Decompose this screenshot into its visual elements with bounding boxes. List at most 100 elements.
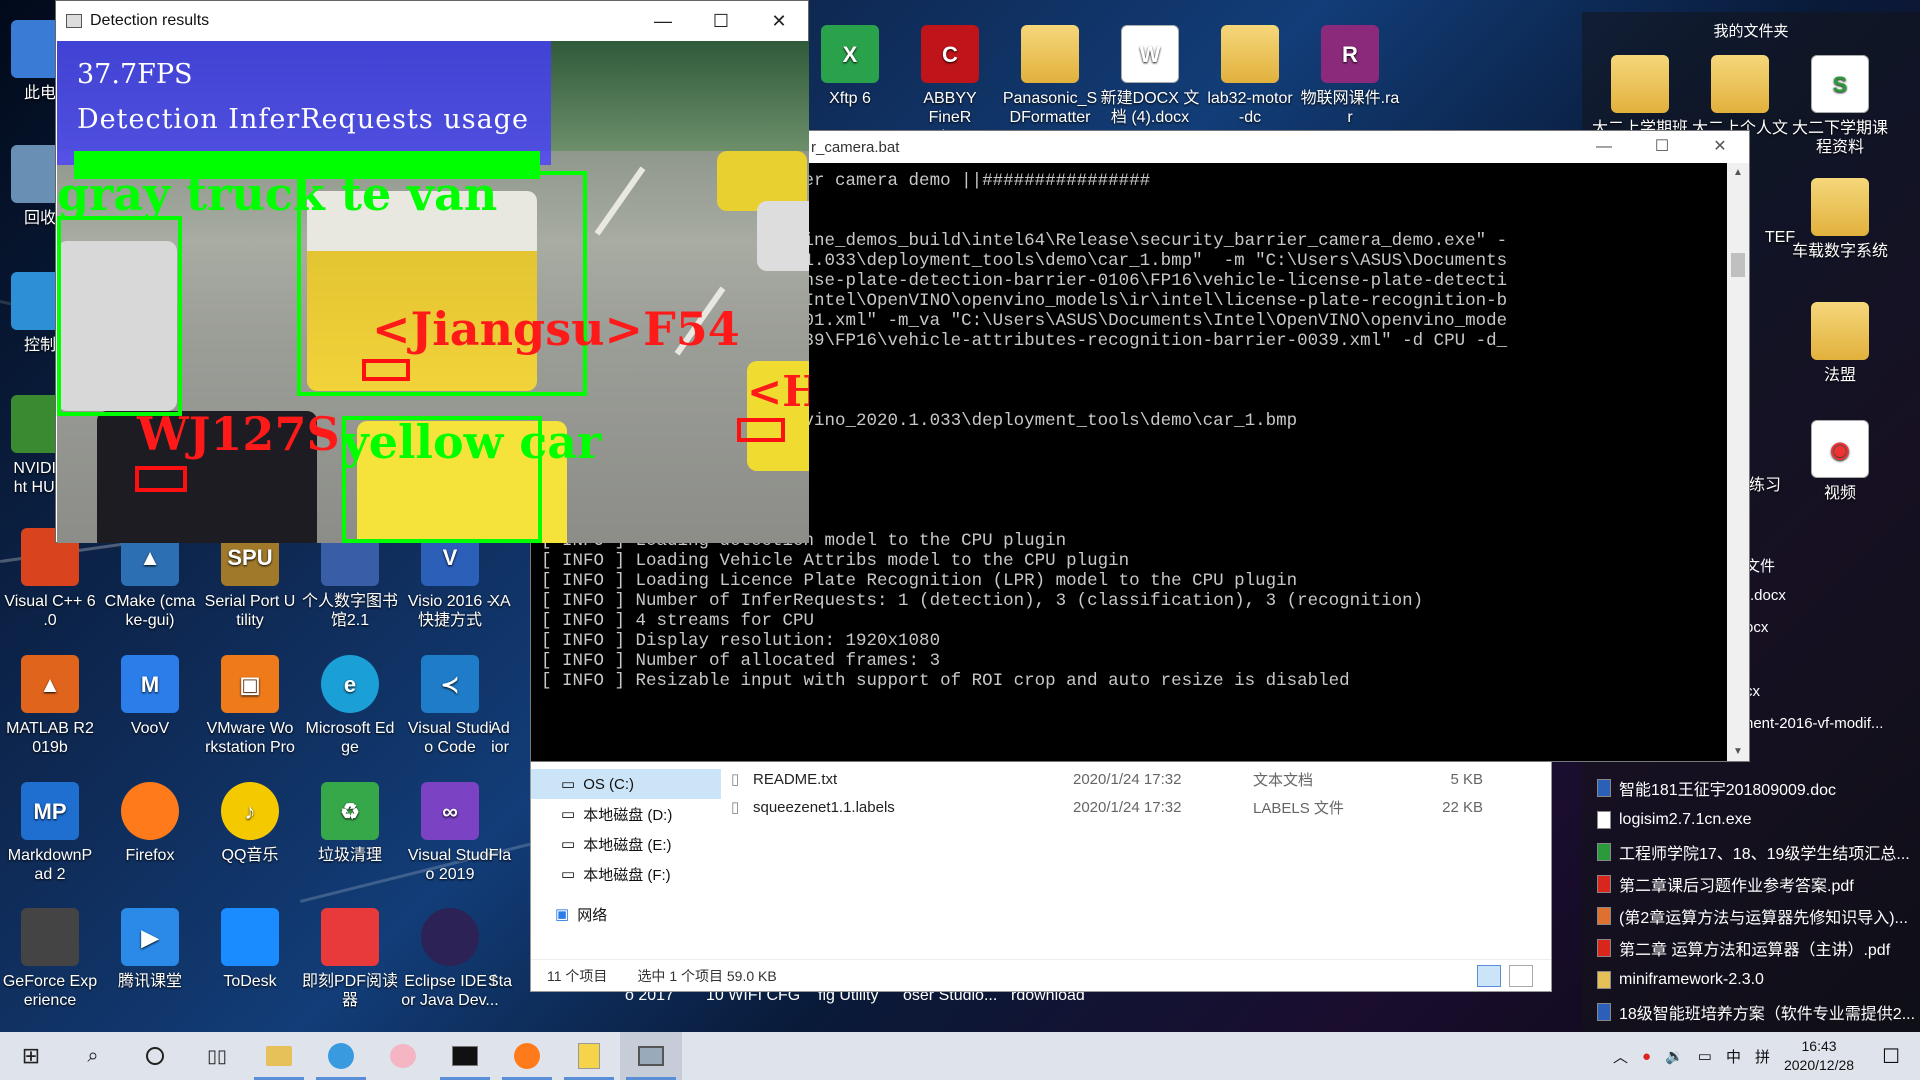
ppt-icon [1597,907,1611,925]
desktop-icon-tencent-class[interactable]: ▶ 腾讯课堂 [100,908,200,991]
search-button[interactable]: ⌕ [62,1032,124,1080]
minimize-button[interactable]: — [1575,131,1633,163]
desktop-icon-lab32[interactable]: lab32-motor -dc [1200,25,1300,127]
console-scrollbar[interactable]: ▲ ▼ [1727,163,1749,761]
qq-icon[interactable]: ● [1642,1048,1651,1065]
taskbar-pig-app[interactable] [372,1032,434,1080]
scroll-up-icon[interactable]: ▲ [1727,167,1749,178]
desktop-icon-firefox[interactable]: Firefox [100,782,200,865]
desktop-icon-cmake[interactable]: ▲ CMake (cma ke-gui) [100,528,200,630]
list-item[interactable]: 第二章 运算方法和运算器（主讲）.pdf [1597,932,1917,964]
details-view-icon[interactable] [1477,964,1501,987]
desktop-icon-geforce[interactable]: GeForce Exp erience [0,908,100,1010]
nav-item-f-drive[interactable]: ▭ 本地磁盘 (F:) [531,859,721,889]
close-button[interactable]: ✕ [750,1,808,41]
taskbar-detection-window[interactable] [620,1032,682,1080]
folder-icon [1597,971,1611,989]
maximize-button[interactable]: ☐ [1633,131,1691,163]
maximize-button[interactable]: ☐ [692,1,750,41]
battery-icon[interactable]: ▭ [1698,1047,1712,1065]
word-icon [1597,1003,1611,1021]
nav-item-d-drive[interactable]: ▭ 本地磁盘 (D:) [531,799,721,829]
desktop-icon-ad[interactable]: Ad ior [480,655,520,757]
scroll-down-icon[interactable]: ▼ [1727,746,1749,757]
plate-box-black-car [135,466,187,492]
chevron-up-icon[interactable]: ︿ [1613,1046,1628,1067]
notification-icon[interactable]: ☐ [1882,1044,1900,1069]
terminal-icon [452,1046,478,1066]
desktop-icon-matlab[interactable]: ▲ MATLAB R2 019b [0,655,100,757]
desktop-icon-todesk[interactable]: ToDesk [200,908,300,991]
desktop-icon-serial-port[interactable]: SPU Serial Port U tility [200,528,300,630]
panel-icon-famou[interactable]: 法盟 [1790,302,1890,385]
minimize-button[interactable]: — [634,1,692,41]
lane-marking [594,166,646,236]
panel-icon-personal-folder[interactable]: 大二上个人文 [1690,55,1790,138]
panel-file-list: 智能181王征宇201809009.doc logisim2.7.1cn.exe… [1597,772,1917,1028]
cortana-icon [146,1047,164,1065]
desktop-icon-docx[interactable]: W 新建DOCX 文 档 (4).docx [1100,25,1200,127]
panel-icon-video[interactable]: ◉ 视频 [1790,420,1890,503]
explorer-status-bar: 11 个项目 选中 1 个项目 59.0 KB [531,959,1551,991]
volume-icon[interactable]: 🔉 [1665,1047,1684,1065]
list-item[interactable]: miniframework-2.3.0 [1597,964,1917,996]
panel-icon-class-folder[interactable]: 大二上学期班 [1590,55,1690,138]
desktop-icon-vc6[interactable]: Visual C++ 6 .0 [0,528,100,630]
list-item[interactable]: 18级智能班培养方案（软件专业需提供2... [1597,996,1917,1028]
browser-icon [328,1043,354,1069]
nav-item-c-drive[interactable]: ▭ OS (C:) [531,769,721,799]
panel-icon-course-folder[interactable]: S 大二下学期课 程资料 [1790,55,1890,157]
large-icons-view-icon[interactable] [1509,964,1533,987]
cortana-button[interactable] [124,1032,186,1080]
desktop-icon-digital-library[interactable]: 个人数字图书 馆2.1 [300,528,400,630]
nav-item-network[interactable]: ▣ 网络 [531,899,721,929]
list-item[interactable]: logisim2.7.1cn.exe [1597,804,1917,836]
system-tray: ︿ ● 🔉 ▭ 中 拼 16:43 2020/12/28 ☐ [1613,1032,1920,1080]
start-button[interactable]: ⊞ [0,1032,62,1080]
desktop-icon-abbyy[interactable]: CABBYY FineR eader 15 [900,25,1000,146]
task-view-button[interactable]: ▯▯ [186,1032,248,1080]
detection-window-controls: — ☐ ✕ [634,1,808,41]
desktop-icon-fla[interactable]: Fla [480,782,520,865]
list-item[interactable]: 工程师学院17、18、19级学生结项汇总... [1597,836,1917,868]
panel-icon-vehicle-system[interactable]: 车载数字系统 [1790,178,1890,261]
taskbar-cmd[interactable] [434,1032,496,1080]
clock[interactable]: 16:43 2020/12/28 [1784,1037,1854,1075]
taskbar-notepad[interactable] [558,1032,620,1080]
desktop-icon-vmware[interactable]: ▣ VMware Wo rkstation Pro [200,655,300,757]
plate-box-bus [362,359,410,381]
taskbar: ⊞ ⌕ ▯▯ ︿ ● 🔉 ▭ 中 拼 16:43 2020/12/28 ☐ [0,1032,1920,1080]
ime-mode-indicator[interactable]: 拼 [1755,1046,1770,1067]
plate-label-jiangsu: <Jiangsu>F54 [372,302,740,356]
close-button[interactable]: ✕ [1691,131,1749,163]
desktop-icon-voov[interactable]: M VooV [100,655,200,738]
desktop-icon-rar[interactable]: R 物联网课件.ra r [1300,25,1400,127]
ime-indicator[interactable]: 中 [1726,1046,1741,1067]
scrollbar-thumb[interactable] [1731,253,1745,277]
desktop-icon-sdformatter[interactable]: Panasonic_S DFormatter [1000,25,1100,127]
desktop-icon-xftp[interactable]: X Xftp 6 [800,25,900,108]
desktop-icon-pdf-reader[interactable]: 即刻PDF阅读 器 [300,908,400,1010]
desktop-icon-markdownpad[interactable]: MP MarkdownP ad 2 [0,782,100,884]
taskbar-file-explorer[interactable] [248,1032,310,1080]
plate-label-right: <H [747,367,809,416]
detection-results-window: Detection results — ☐ ✕ 37.7FPS Detectio… [55,0,809,543]
list-item[interactable]: 第二章课后习题作业参考答案.pdf [1597,868,1917,900]
drive-icon: ▭ [561,776,576,793]
table-row[interactable]: ▯ README.txt 2020/1/24 17:32 文本文档 5 KB [731,765,1531,793]
usage-label: Detection InferRequests usage [77,104,529,135]
taskbar-browser[interactable] [310,1032,372,1080]
desktop-icon-edge[interactable]: e Microsoft Ed ge [300,655,400,757]
list-item[interactable]: 智能181王征宇201809009.doc [1597,772,1917,804]
list-item[interactable]: (第2章运算方法与运算器先修知识导入)... [1597,900,1917,932]
detection-title: Detection results [90,12,210,29]
desktop-icon-sta[interactable]: Sta [480,908,520,991]
desktop-icon-qqmusic[interactable]: ♪ QQ音乐 [200,782,300,865]
desktop-icon-cleaner[interactable]: ♻ 垃圾清理 [300,782,400,865]
drive-icon: ▭ [561,866,576,883]
table-row[interactable]: ▯ squeezenet1.1.labels 2020/1/24 17:32 L… [731,793,1531,821]
taskbar-firefox[interactable] [496,1032,558,1080]
pdf-icon [1597,939,1611,957]
item-count: 11 个项目 [547,967,608,984]
nav-item-e-drive[interactable]: ▭ 本地磁盘 (E:) [531,829,721,859]
